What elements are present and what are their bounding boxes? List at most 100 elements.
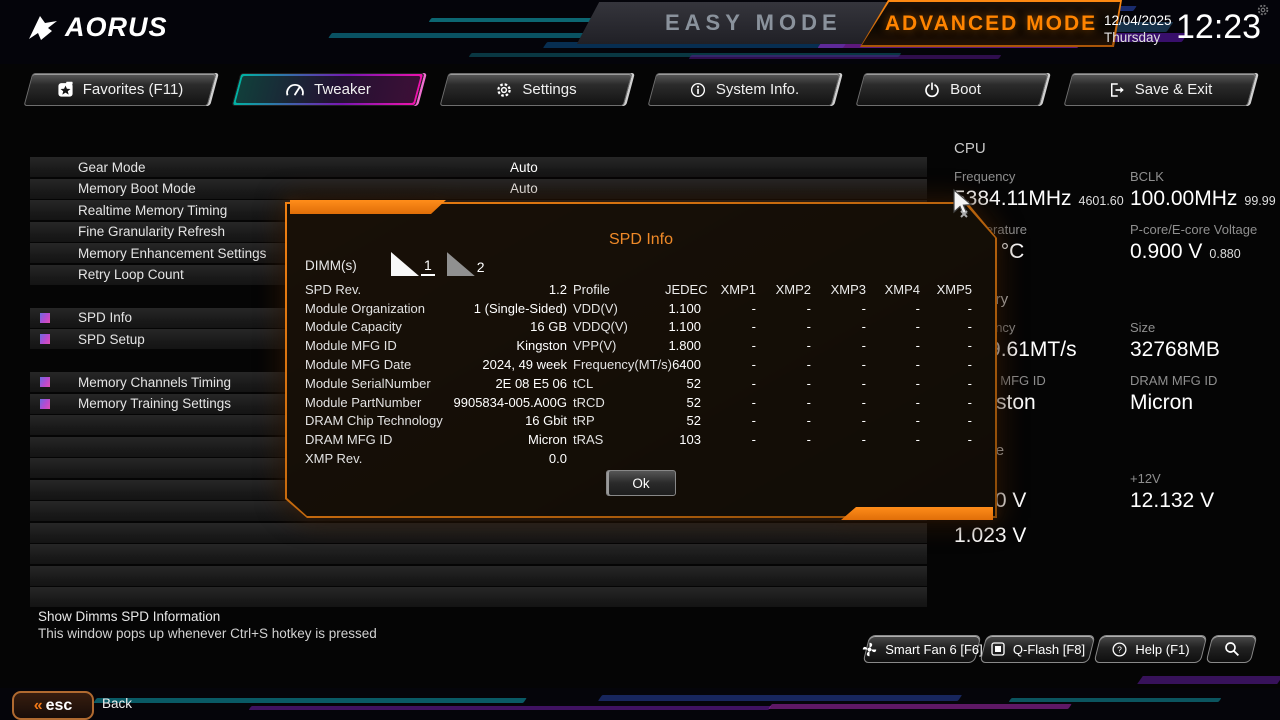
profile-table-row: Frequency(MT/s)6400-----	[573, 355, 975, 374]
bottom-bar: « esc Back	[0, 688, 1280, 720]
glitch-streak	[768, 704, 1072, 709]
aorus-eagle-icon	[26, 13, 60, 43]
advanced-mode-label: ADVANCED MODE	[885, 12, 1097, 36]
back-chevrons-icon: «	[34, 698, 41, 714]
profile-table-row: tCL52-----	[573, 374, 975, 393]
back-label: Back	[102, 696, 132, 711]
dimm2-number[interactable]: 2	[477, 259, 485, 276]
submenu-square-icon	[40, 313, 50, 323]
profile-table: ProfileJEDECXMP1XMP2XMP3XMP4XMP5 VDD(V)1…	[573, 280, 975, 449]
menu-value[interactable]: Auto	[510, 181, 538, 196]
submenu-square-icon	[40, 377, 50, 387]
advanced-mode-button[interactable]: ADVANCED MODE	[860, 0, 1122, 47]
profile-table-row: tRP52-----	[573, 412, 975, 431]
memory-size-metric: Size 32768MB	[1130, 309, 1274, 362]
tab-label: Settings	[522, 81, 576, 98]
date-display: 12/04/2025 Thursday	[1104, 12, 1172, 46]
footer-button-label: Smart Fan 6 [F6]	[885, 642, 983, 657]
star-icon	[57, 81, 74, 98]
smart-fan-button[interactable]: Smart Fan 6 [F6]	[866, 635, 978, 663]
glitch-streak	[328, 33, 602, 38]
tab-favorites[interactable]: Favorites (F11)	[28, 73, 212, 106]
fan-icon	[861, 641, 878, 658]
menu-row-memory-boot-mode[interactable]: Memory Boot Mode Auto	[30, 179, 927, 199]
profile-table-row: VDD(V)1.100-----	[573, 299, 975, 318]
spd-detail-row: Module Organization1 (Single-Sided)	[305, 299, 567, 318]
profile-table-header: ProfileJEDECXMP1XMP2XMP3XMP4XMP5	[573, 280, 975, 299]
footer-button-label: Help (F1)	[1135, 642, 1189, 657]
glitch-streak	[93, 698, 527, 703]
profile-table-row: VPP(V)1.800-----	[573, 336, 975, 355]
profile-table-row: tRCD52-----	[573, 393, 975, 412]
date-text: 12/04/2025	[1104, 12, 1172, 29]
help-text-line2: This window pops up whenever Ctrl+S hotk…	[38, 626, 377, 643]
gear-icon	[495, 81, 513, 99]
menu-value[interactable]: Auto	[510, 160, 538, 175]
search-button[interactable]	[1209, 635, 1254, 663]
tab-label: Favorites (F11)	[83, 81, 184, 98]
esc-key-label: esc	[46, 698, 73, 714]
dimm1-number[interactable]: 1	[421, 257, 435, 276]
spd-detail-row: DRAM Chip Technology16 Gbit	[305, 412, 567, 431]
dialog-accent-top-left	[290, 200, 446, 214]
tab-label: System Info.	[716, 81, 799, 98]
bios-screen: AORUS EASY MODE ADVANCED MODE 12/04/2025…	[0, 0, 1280, 720]
spd-details-list: SPD Rev.1.2 Module Organization1 (Single…	[305, 280, 567, 468]
dialog-accent-bottom-right	[841, 507, 993, 520]
esc-button[interactable]: « esc	[12, 691, 94, 720]
profile-table-row: tRAS103-----	[573, 430, 975, 449]
menu-row-gear-mode[interactable]: Gear Mode Auto	[30, 157, 927, 177]
weekday-text: Thursday	[1104, 29, 1172, 46]
tab-settings[interactable]: Settings	[444, 73, 628, 106]
dimm-label: DIMM(s)	[305, 258, 391, 273]
bclk-metric: BCLK 100.00MHz99.99	[1130, 158, 1276, 211]
core-voltage-metric: P-core/E-core Voltage 0.900 V0.880	[1130, 211, 1276, 264]
menu-row-empty	[30, 587, 927, 607]
tab-label: Boot	[950, 81, 981, 98]
cpu-section-title: CPU	[954, 140, 1274, 157]
tab-system-info[interactable]: System Info.	[652, 73, 836, 106]
spd-info-dialog: SPD Info DIMM(s) 1 2 SPD Rev.1.2 Module …	[285, 202, 997, 518]
tab-boot[interactable]: Boot	[860, 73, 1044, 106]
tab-save-exit[interactable]: Save & Exit	[1068, 73, 1252, 106]
spd-detail-row: SPD Rev.1.2	[305, 280, 567, 299]
spd-detail-row: Module MFG Date2024, 49 week	[305, 355, 567, 374]
spd-detail-row: Module SerialNumber2E 08 E5 06	[305, 374, 567, 393]
help-button[interactable]: ? Help (F1)	[1097, 635, 1204, 663]
top-bar: AORUS EASY MODE ADVANCED MODE 12/04/2025…	[0, 0, 1280, 64]
gear-icon[interactable]	[1256, 3, 1270, 17]
dram-mfg-metric: DRAM MFG ID Micron	[1130, 362, 1274, 415]
voltage-12v-metric: +12V 12.132 V	[1130, 460, 1274, 513]
qflash-button[interactable]: Q-Flash [F8]	[983, 635, 1092, 663]
exit-icon	[1108, 81, 1126, 99]
glitch-streak	[429, 18, 612, 22]
voltage-section-title: Voltage	[954, 442, 1274, 459]
glitch-streak	[1009, 698, 1222, 702]
glitch-streak	[689, 55, 1002, 59]
tab-label: Save & Exit	[1135, 81, 1213, 98]
submenu-square-icon	[40, 399, 50, 409]
tab-label: Tweaker	[314, 81, 371, 98]
dimm1-triangle-icon[interactable]	[391, 252, 419, 276]
submenu-square-icon	[40, 334, 50, 344]
glitch-streak	[249, 706, 772, 710]
spd-detail-row: Module Capacity16 GB	[305, 318, 567, 337]
footer-button-label: Q-Flash [F8]	[1013, 642, 1085, 657]
ok-button[interactable]: Ok	[606, 470, 676, 496]
aorus-logo: AORUS	[26, 12, 168, 43]
help-icon: ?	[1111, 641, 1128, 658]
power-icon	[923, 81, 941, 99]
dimm-selector: DIMM(s) 1 2	[305, 252, 497, 276]
dimm2-triangle-icon[interactable]	[447, 252, 475, 276]
tab-tweaker[interactable]: Tweaker	[236, 73, 420, 106]
svg-text:?: ?	[1118, 644, 1123, 654]
easy-mode-label: EASY MODE	[665, 10, 842, 36]
mouse-cursor	[951, 188, 977, 220]
spd-detail-row: XMP Rev.0.0	[305, 449, 567, 468]
gauge-icon	[285, 82, 305, 97]
dialog-title: SPD Info	[285, 231, 997, 249]
memory-section-title: Memory	[954, 291, 1274, 308]
brand-text: AORUS	[65, 12, 168, 43]
menu-row-empty	[30, 544, 927, 564]
tab-bar: Favorites (F11) Tweaker Settings	[0, 71, 1280, 111]
